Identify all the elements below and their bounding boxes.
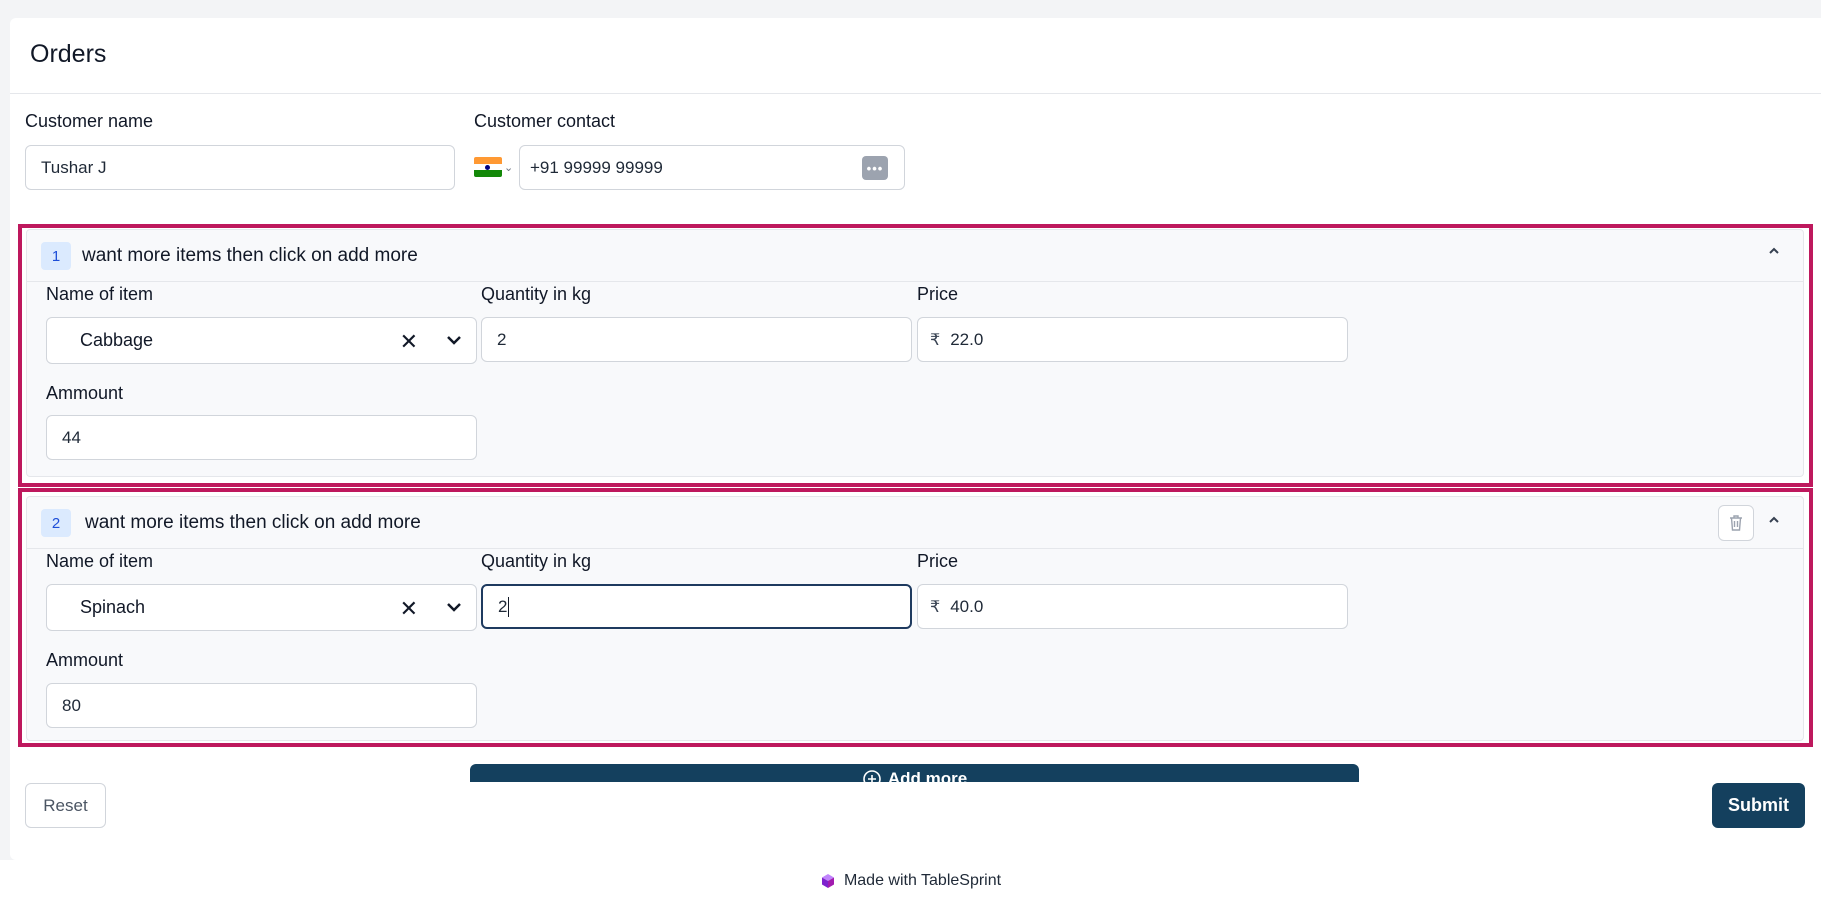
customer-name-label: Customer name [25,111,154,131]
amount-input[interactable]: 44 [46,415,477,460]
submit-button[interactable]: Submit [1712,783,1805,828]
footer-text[interactable]: Made with TableSprint [844,872,1001,890]
item-section-title: want more items then click on add more [85,512,421,533]
page-title: Orders [30,40,107,68]
item-name-value: Cabbage [80,330,154,350]
chevron-down-icon[interactable] [444,330,464,355]
price-value: 40.0 [950,596,984,616]
india-flag-icon[interactable] [474,157,502,177]
text-cursor [508,596,510,617]
quantity-label: Quantity in kg [481,284,592,304]
clear-icon[interactable]: ✕ [400,329,418,355]
currency-symbol: ₹ [930,331,941,349]
plus-circle-icon [863,770,881,782]
quantity-input[interactable]: 2 [481,584,912,629]
amount-label: Ammount [46,383,124,403]
amount-label: Ammount [46,650,124,670]
item-section-header[interactable]: 1 want more items then click on add more [27,230,1803,282]
item-name-value: Spinach [80,597,146,617]
customer-contact-input[interactable]: +91 99999 99999 [519,145,905,190]
quantity-label: Quantity in kg [481,551,592,571]
clear-icon[interactable]: ✕ [400,596,418,622]
footer: Made with TableSprint [0,860,1821,902]
item-name-label: Name of item [46,551,154,571]
price-input[interactable]: ₹ 22.0 [917,317,1348,362]
price-value: 22.0 [950,329,984,349]
quantity-value: 2 [498,596,508,616]
form-header: Orders [10,18,1821,94]
item-section-title: want more items then click on add more [82,245,418,266]
reset-button[interactable]: Reset [25,783,106,828]
item-name-label: Name of item [46,284,154,304]
item-name-select[interactable]: Spinach ✕ [46,584,477,631]
item-index-badge: 1 [41,242,71,270]
add-more-button[interactable]: Add more [470,764,1359,782]
add-more-label: Add more [887,769,968,782]
tablesprint-logo-icon [821,874,834,888]
customer-name-input[interactable]: Tushar J [25,145,455,190]
password-manager-icon[interactable]: ••• [862,156,888,180]
currency-symbol: ₹ [930,598,941,616]
item-name-select[interactable]: Cabbage ✕ [46,317,477,364]
collapse-caret-icon[interactable] [1767,513,1781,532]
country-chevron-icon[interactable]: ⌄ [504,161,513,174]
item-section-header[interactable]: 2 want more items then click on add more [27,497,1803,549]
price-label: Price [917,284,959,304]
quantity-input[interactable]: 2 [481,317,912,362]
amount-input[interactable]: 80 [46,683,477,728]
customer-contact-label: Customer contact [474,111,616,131]
price-label: Price [917,551,959,571]
collapse-caret-icon[interactable] [1767,244,1781,263]
chevron-down-icon[interactable] [444,597,464,622]
price-input[interactable]: ₹ 40.0 [917,584,1348,629]
item-index-badge: 2 [41,509,71,537]
delete-item-button[interactable] [1718,505,1754,541]
